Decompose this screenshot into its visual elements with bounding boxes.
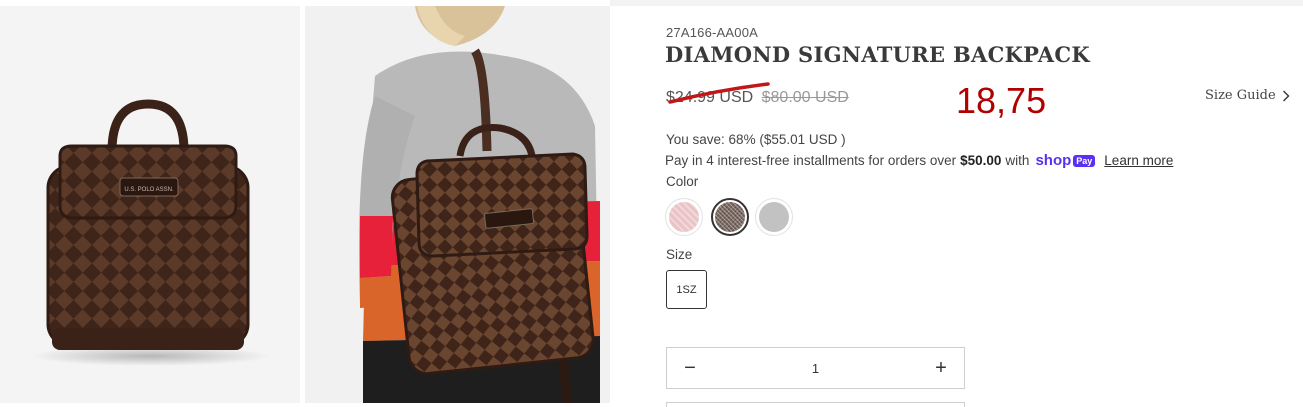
color-swatch-grey[interactable] bbox=[755, 198, 793, 236]
installments-row: Pay in 4 interest-free installments for … bbox=[665, 152, 1173, 169]
color-swatch-brown[interactable] bbox=[711, 198, 749, 236]
size-guide-label: Size Guide bbox=[1205, 88, 1276, 103]
backpack-illustration: U.S. POLO ASSN. bbox=[30, 99, 270, 366]
swatch-fill bbox=[715, 202, 745, 232]
add-to-cart-button-edge[interactable] bbox=[666, 402, 965, 407]
product-image-main[interactable]: U.S. POLO ASSN. bbox=[0, 6, 300, 403]
red-strikethrough-mark bbox=[668, 82, 770, 104]
quantity-decrease-button[interactable]: − bbox=[681, 357, 699, 380]
shop-pay-logo: shop Pay bbox=[1035, 152, 1096, 169]
product-sku: 27A166-AA00A bbox=[666, 25, 759, 40]
quantity-value[interactable]: 1 bbox=[812, 361, 819, 376]
color-swatch-pink[interactable] bbox=[665, 198, 703, 236]
product-title: DIAMOND SIGNATURE BACKPACK bbox=[665, 42, 1090, 67]
compare-at-price: $80.00 USD bbox=[761, 89, 849, 106]
bag-logo-text: U.S. POLO ASSN. bbox=[124, 187, 174, 193]
chevron-right-icon bbox=[1282, 90, 1290, 101]
size-option-1sz[interactable]: 1SZ bbox=[666, 270, 707, 309]
quantity-increase-button[interactable]: + bbox=[932, 357, 950, 380]
swatch-fill bbox=[669, 202, 699, 232]
installments-amount: $50.00 bbox=[960, 153, 1002, 168]
swatch-fill bbox=[759, 202, 789, 232]
size-label: Size bbox=[666, 247, 693, 262]
installments-with: with bbox=[1005, 153, 1030, 168]
model-illustration bbox=[305, 6, 610, 403]
product-image-model[interactable] bbox=[305, 6, 610, 403]
size-guide-link[interactable]: Size Guide bbox=[1205, 88, 1290, 103]
overlay-price: 18,75 bbox=[956, 80, 1047, 121]
quantity-stepper: − 1 + bbox=[666, 347, 965, 389]
top-divider bbox=[610, 0, 1303, 6]
shop-logo-text: shop bbox=[1035, 152, 1072, 169]
shop-pay-badge: Pay bbox=[1073, 154, 1096, 167]
you-save-text: You save: 68% ($55.01 USD ) bbox=[666, 132, 846, 147]
installments-text: Pay in 4 interest-free installments for … bbox=[665, 153, 957, 168]
color-label: Color bbox=[666, 174, 699, 189]
learn-more-link[interactable]: Learn more bbox=[1104, 153, 1173, 168]
